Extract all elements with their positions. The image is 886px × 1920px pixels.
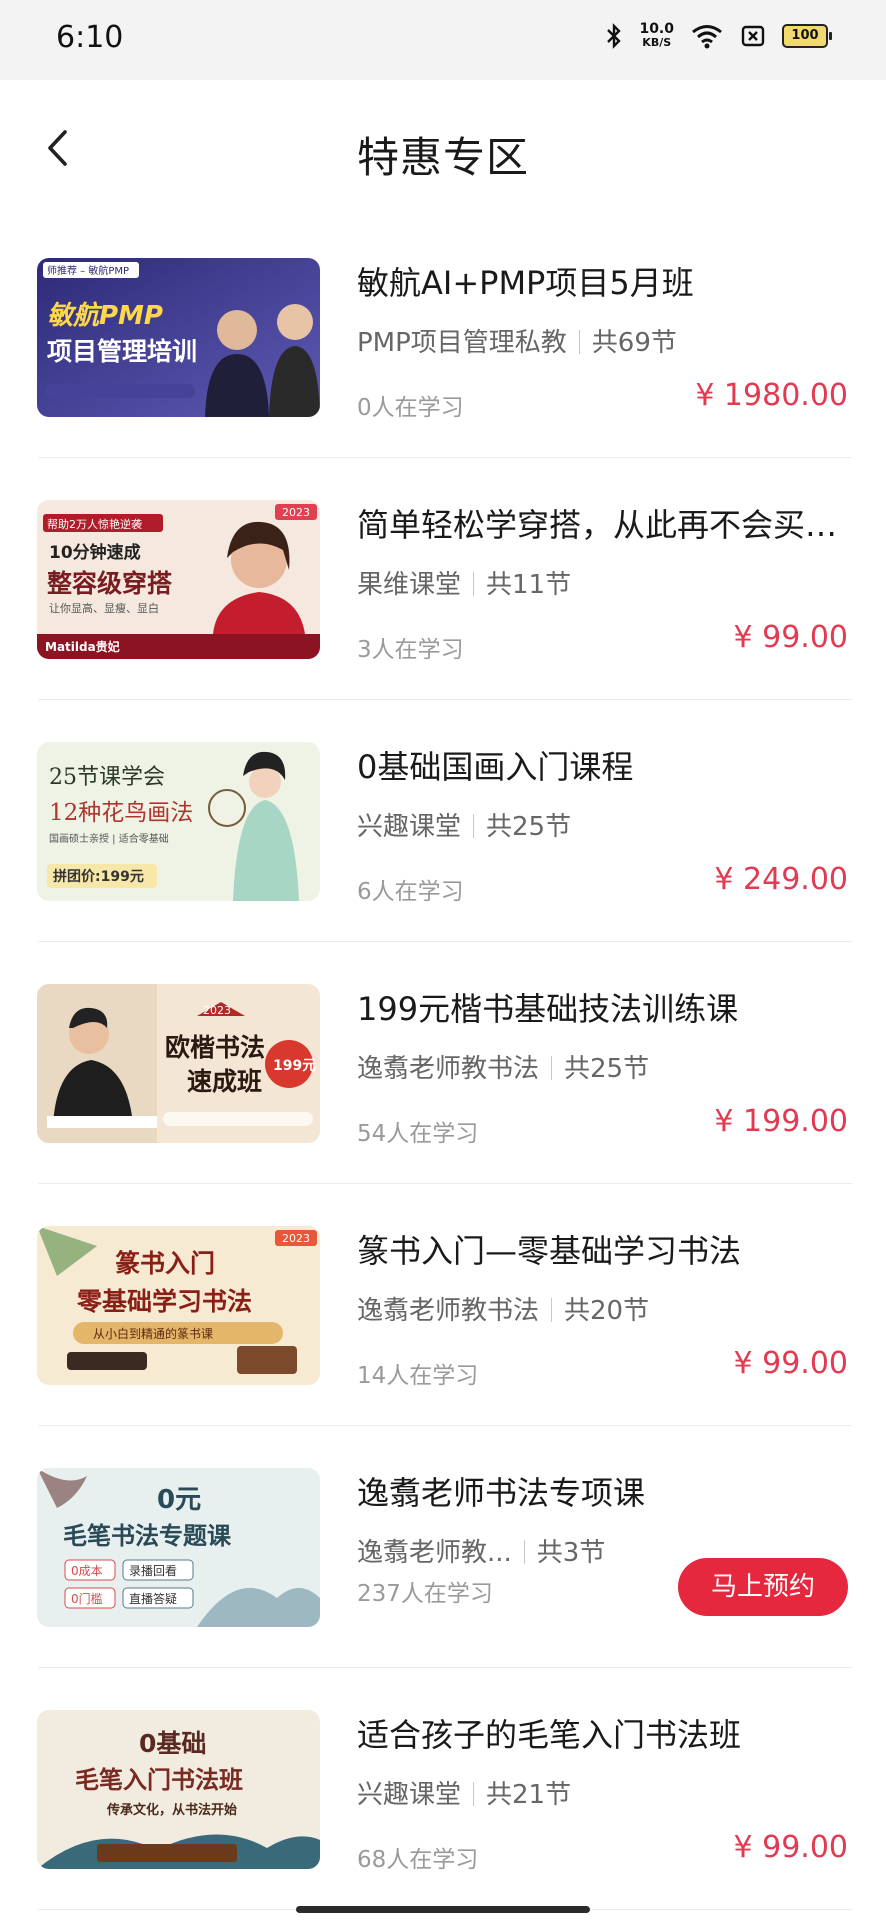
- course-meta: 逸翥老师教书法 共25节: [357, 1048, 649, 1085]
- course-title: 适合孩子的毛笔入门书法班: [357, 1716, 742, 1754]
- course-meta: 果维课堂 共11节: [357, 564, 571, 601]
- course-teacher: 兴趣课堂: [357, 812, 462, 842]
- course-list: 师推荐 – 敏航PMP 敏航PMP 项目管理培训 敏航AI+PMP项目5月班 P…: [0, 216, 886, 1910]
- course-thumbnail: 0基础 毛笔入门书法班 传承文化，从书法开始: [37, 1710, 320, 1869]
- course-title: 篆书入门—零基础学习书法: [357, 1232, 742, 1270]
- course-price: ¥ 99.00: [733, 1830, 848, 1865]
- course-lessons: 共3节: [536, 1538, 606, 1568]
- home-indicator[interactable]: [296, 1906, 590, 1913]
- course-item[interactable]: 帮助2万人惊艳逆袭 10分钟速成 整容级穿搭 让你显高、显瘦、显白 Matild…: [0, 458, 886, 700]
- course-lessons: 共69节: [591, 328, 677, 358]
- svg-text:毛笔入门书法班: 毛笔入门书法班: [75, 1766, 243, 1794]
- svg-text:Matilda贵妃: Matilda贵妃: [45, 639, 120, 654]
- course-learners: 6人在学习: [357, 879, 464, 905]
- course-lessons: 共11节: [486, 570, 572, 600]
- thumb-line1: 敏航PMP: [47, 301, 163, 331]
- course-thumbnail: 25节课学会 12种花鸟画法 国画硕士亲授 | 适合零基础 拼团价:199元: [37, 742, 320, 901]
- course-meta: 兴趣课堂 共25节: [357, 806, 571, 843]
- svg-text:10分钟速成: 10分钟速成: [49, 542, 141, 563]
- course-item[interactable]: 2023 篆书入门 零基础学习书法 从小白到精通的篆书课 篆书入门—零基础学习书…: [0, 1184, 886, 1426]
- course-title: 逸翥老师书法专项课: [357, 1474, 646, 1512]
- status-icons: 10.0 KB/S 100: [605, 21, 832, 50]
- course-title: 0基础国画入门课程: [357, 748, 634, 786]
- course-item[interactable]: 2023 欧楷书法 速成班 199元 199元楷书基础技法训练课 逸翥老师教书法…: [0, 942, 886, 1184]
- course-price: ¥ 99.00: [733, 1346, 848, 1381]
- course-meta: 逸翥老师教书法 共20节: [357, 1290, 649, 1327]
- course-price: ¥ 199.00: [714, 1104, 848, 1139]
- svg-text:毛笔书法专题课: 毛笔书法专题课: [63, 1522, 232, 1550]
- svg-text:25节课学会: 25节课学会: [49, 765, 165, 790]
- course-thumbnail: 师推荐 – 敏航PMP 敏航PMP 项目管理培训: [37, 258, 320, 417]
- course-item[interactable]: 25节课学会 12种花鸟画法 国画硕士亲授 | 适合零基础 拼团价:199元 0…: [0, 700, 886, 942]
- svg-text:0元: 0元: [157, 1485, 201, 1515]
- svg-text:国画硕士亲授 | 适合零基础: 国画硕士亲授 | 适合零基础: [49, 832, 169, 845]
- svg-text:速成班: 速成班: [187, 1067, 262, 1096]
- course-price: ¥ 1980.00: [695, 378, 848, 413]
- course-teacher: 果维课堂: [357, 570, 462, 600]
- svg-text:从小白到精通的篆书课: 从小白到精通的篆书课: [93, 1326, 213, 1341]
- network-speed: 10.0 KB/S: [639, 21, 674, 49]
- course-teacher: 逸翥老师教...: [357, 1538, 512, 1568]
- course-learners: 54人在学习: [357, 1121, 479, 1147]
- course-lessons: 共20节: [564, 1296, 650, 1326]
- course-item[interactable]: 0元 毛笔书法专题课 0成本 录播回看 0门槛 直播答疑 逸翥老师书法专项课 逸…: [0, 1426, 886, 1668]
- svg-text:2023: 2023: [203, 1004, 231, 1017]
- svg-text:篆书入门: 篆书入门: [115, 1249, 215, 1278]
- course-thumbnail: 帮助2万人惊艳逆袭 10分钟速成 整容级穿搭 让你显高、显瘦、显白 Matild…: [37, 500, 320, 659]
- svg-text:欧楷书法: 欧楷书法: [165, 1033, 265, 1062]
- page-title: 特惠专区: [356, 133, 529, 182]
- svg-text:传承文化，从书法开始: 传承文化，从书法开始: [106, 1802, 237, 1818]
- battery-icon: 100: [782, 24, 832, 48]
- svg-text:零基础学习书法: 零基础学习书法: [76, 1287, 252, 1316]
- bluetooth-icon: [607, 23, 622, 49]
- course-title: 简单轻松学穿搭，从此再不会买…: [357, 506, 838, 544]
- course-learners: 3人在学习: [357, 637, 464, 663]
- course-item[interactable]: 0基础 毛笔入门书法班 传承文化，从书法开始 适合孩子的毛笔入门书法班 兴趣课堂…: [0, 1668, 886, 1910]
- course-lessons: 共21节: [486, 1780, 572, 1810]
- svg-text:整容级穿搭: 整容级穿搭: [47, 569, 172, 598]
- course-meta: 兴趣课堂 共21节: [357, 1774, 571, 1811]
- thumb-line2: 项目管理培训: [47, 337, 197, 366]
- course-thumbnail: 2023 欧楷书法 速成班 199元: [37, 984, 320, 1143]
- status-bar: 6:10 10.0 KB/S 100: [0, 0, 886, 80]
- course-thumbnail: 0元 毛笔书法专题课 0成本 录播回看 0门槛 直播答疑: [37, 1468, 320, 1627]
- svg-text:0门槛: 0门槛: [71, 1591, 103, 1606]
- course-title: 敏航AI+PMP项目5月班: [357, 264, 694, 302]
- svg-text:12种花鸟画法: 12种花鸟画法: [49, 800, 193, 826]
- no-sim-icon: [741, 25, 765, 47]
- course-thumbnail: 2023 篆书入门 零基础学习书法 从小白到精通的篆书课: [37, 1226, 320, 1385]
- course-price: ¥ 249.00: [714, 862, 848, 897]
- course-lessons: 共25节: [486, 812, 572, 842]
- svg-text:0基础: 0基础: [139, 1729, 206, 1758]
- svg-text:帮助2万人惊艳逆袭: 帮助2万人惊艳逆袭: [47, 517, 142, 531]
- course-teacher: PMP项目管理私教: [357, 328, 567, 358]
- svg-text:直播答疑: 直播答疑: [129, 1591, 177, 1606]
- course-learners: 0人在学习: [357, 395, 464, 421]
- course-teacher: 逸翥老师教书法: [357, 1054, 540, 1084]
- svg-text:让你显高、显瘦、显白: 让你显高、显瘦、显白: [49, 601, 159, 615]
- svg-text:2023: 2023: [282, 506, 310, 519]
- course-price: ¥ 99.00: [733, 620, 848, 655]
- thumb-tag: 师推荐 – 敏航PMP: [47, 264, 129, 277]
- wifi-icon: [692, 25, 722, 49]
- svg-text:拼团价:199元: 拼团价:199元: [53, 868, 144, 885]
- course-teacher: 逸翥老师教书法: [357, 1296, 540, 1326]
- svg-text:0成本: 0成本: [71, 1564, 103, 1578]
- course-learners: 14人在学习: [357, 1363, 479, 1389]
- course-item[interactable]: 师推荐 – 敏航PMP 敏航PMP 项目管理培训 敏航AI+PMP项目5月班 P…: [0, 216, 886, 458]
- svg-text:录播回看: 录播回看: [129, 1564, 177, 1578]
- svg-text:2023: 2023: [282, 1232, 310, 1245]
- status-time: 6:10: [56, 20, 124, 55]
- nav-bar: 特惠专区: [0, 80, 886, 216]
- course-meta: PMP项目管理私教 共69节: [357, 322, 677, 359]
- course-title: 199元楷书基础技法训练课: [357, 990, 739, 1028]
- svg-text:199元: 199元: [273, 1058, 316, 1074]
- reserve-button[interactable]: 马上预约: [678, 1558, 848, 1616]
- course-learners: 68人在学习: [357, 1847, 479, 1873]
- course-lessons: 共25节: [564, 1054, 650, 1084]
- course-teacher: 兴趣课堂: [357, 1780, 462, 1810]
- course-meta: 逸翥老师教... 共3节: [357, 1532, 605, 1569]
- course-learners: 237人在学习: [357, 1581, 493, 1607]
